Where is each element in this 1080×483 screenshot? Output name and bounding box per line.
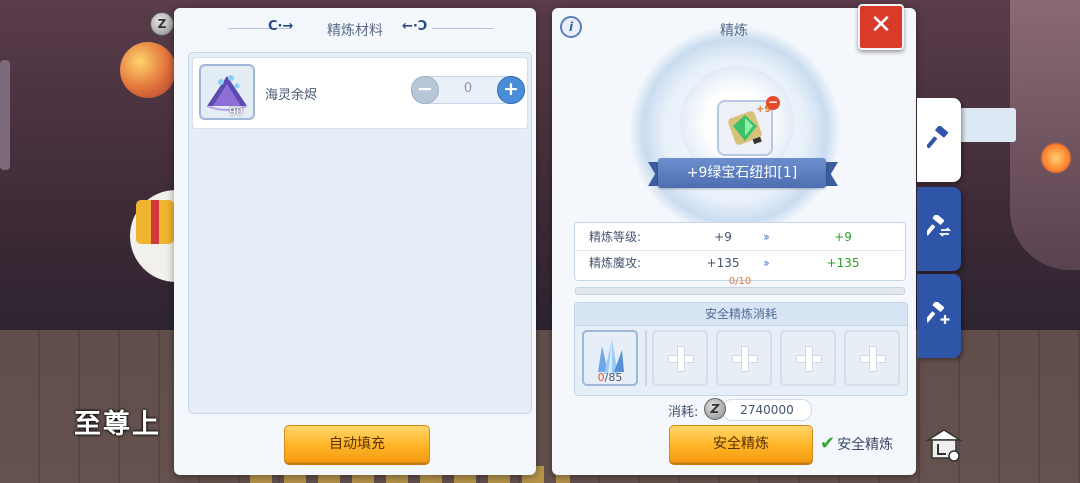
warehouse-icon[interactable]: [924, 424, 964, 464]
safe-refine-checkbox[interactable]: ✔ 安全精炼: [820, 433, 893, 454]
decrease-button[interactable]: −: [411, 76, 439, 104]
background-zeny-icon: Z: [150, 12, 174, 36]
title-divider: [432, 28, 494, 29]
safe-refine-checkbox-label: 安全精炼: [837, 437, 894, 453]
crystal-slot[interactable]: 0/85: [582, 330, 638, 386]
empty-cost-slot[interactable]: [844, 330, 900, 386]
hammer-transfer-icon: [927, 215, 951, 237]
tab-transfer[interactable]: [917, 187, 961, 271]
safe-cost-box: 安全精炼消耗 0/85: [574, 302, 908, 396]
safe-refine-button[interactable]: 安全精炼: [669, 425, 813, 463]
background-torch: [1040, 142, 1072, 174]
checkmark-icon: ✔: [820, 433, 836, 454]
gift-icon[interactable]: [136, 200, 174, 244]
stat-current: +9: [714, 230, 732, 244]
background-ship: [1010, 0, 1080, 270]
hammer-icon: [927, 126, 949, 149]
material-row: 90 海灵余烬 − 0 +: [192, 57, 528, 129]
stat-label: 精炼等级:: [589, 230, 642, 244]
quantity-stepper: − 0 +: [411, 76, 525, 104]
crystal-required: 85: [608, 371, 623, 384]
stat-label: 精炼魔攻:: [589, 256, 642, 270]
stat-row: 精炼等级: +9 ›› +9: [575, 225, 905, 249]
tab-refine[interactable]: [917, 98, 961, 182]
zeny-coin-icon: Z: [704, 398, 726, 420]
increase-button[interactable]: +: [497, 76, 525, 104]
refine-panel: i 精炼 ✕ +9 − +9绿宝石纽扣[1] 精炼等级: +9 ›› +9 精炼…: [552, 4, 916, 475]
empty-cost-slot[interactable]: [780, 330, 836, 386]
background-balloon: [120, 42, 176, 98]
empty-cost-slot[interactable]: [652, 330, 708, 386]
consume-value: 2740000: [722, 399, 812, 421]
title-ornament-icon: ←·Ↄ: [402, 19, 428, 34]
stat-next: +135: [826, 256, 860, 270]
tab-extension: [958, 108, 1016, 142]
quantity-value[interactable]: 0: [442, 81, 494, 96]
hammer-plus-icon: [927, 302, 950, 324]
stat-next: +9: [834, 230, 852, 244]
close-button[interactable]: ✕: [858, 4, 904, 50]
material-name: 海灵余烬: [265, 88, 318, 103]
background-banner-text: 至尊上: [74, 409, 161, 440]
consume-label: 消耗:: [668, 405, 699, 420]
empty-cost-slot[interactable]: [716, 330, 772, 386]
equipment-name: +9绿宝石纽扣[1]: [658, 158, 826, 188]
remove-equipment-icon[interactable]: −: [766, 96, 780, 110]
crystal-count: 0/85: [597, 371, 623, 384]
crystal-owned: 0: [597, 371, 605, 384]
stat-current: +135: [706, 256, 740, 270]
double-arrow-icon: ››: [763, 256, 770, 270]
background-pillar: [0, 60, 10, 170]
cost-divider: [645, 330, 647, 386]
stat-row: 精炼魔攻: +135 ›› +135: [575, 250, 905, 275]
item-count: 90: [229, 105, 243, 118]
sea-spirit-ember-icon[interactable]: 90: [199, 64, 255, 120]
stats-table: 精炼等级: +9 ›› +9 精炼魔攻: +135 ›› +135: [574, 222, 906, 281]
equipment-slot[interactable]: +9: [717, 100, 773, 156]
double-arrow-icon: ››: [763, 230, 770, 244]
tab-enhance[interactable]: [917, 274, 961, 358]
safe-cost-header: 安全精炼消耗: [575, 303, 907, 326]
materials-title: 精炼材料: [327, 23, 383, 39]
auto-fill-button[interactable]: 自动填充: [284, 425, 430, 463]
progress-label: 0/10: [728, 276, 752, 287]
materials-panel: C·→ 精炼材料 ←·Ↄ 90 海灵余烬 − 0 + 自动填充: [174, 8, 536, 475]
refine-progress-bar: 0/10: [575, 276, 905, 295]
materials-list[interactable]: 90 海灵余烬 − 0 +: [188, 52, 532, 414]
